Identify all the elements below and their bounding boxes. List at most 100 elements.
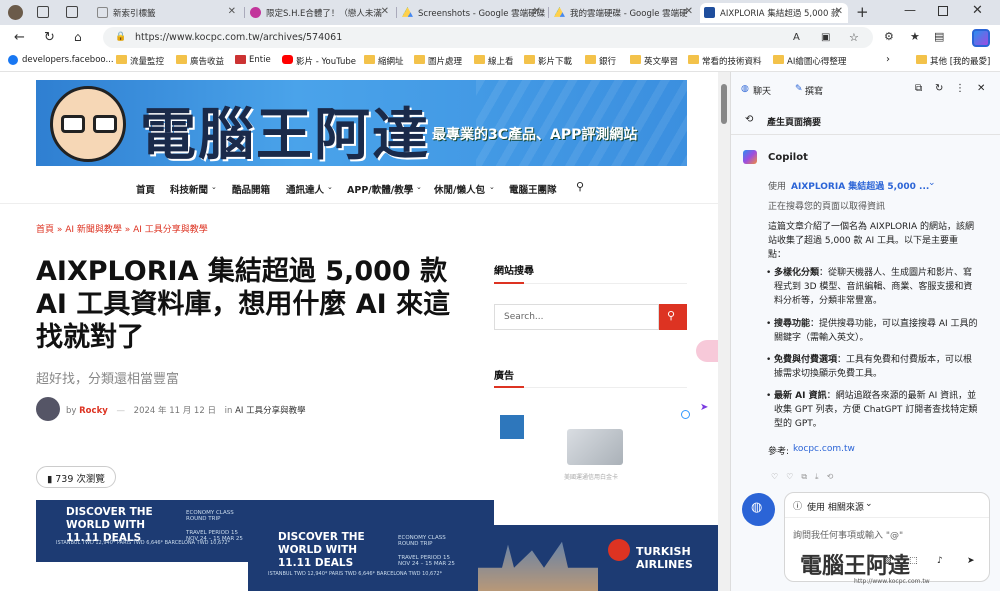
nav-tech-news[interactable]: 科技新聞: [170, 182, 208, 196]
nav-unboxing[interactable]: 酷品開箱: [232, 182, 270, 196]
folder-icon: [630, 55, 641, 64]
search-button[interactable]: ⚲: [659, 304, 687, 330]
chevron-down-icon[interactable]: ⌄: [865, 499, 873, 509]
tab-aixploria[interactable]: AIXPLORIA 集結超過 5,000 款 ✕: [700, 3, 848, 23]
author-link[interactable]: Rocky: [79, 406, 108, 416]
close-window-button[interactable]: ✕: [972, 3, 983, 18]
profile-avatar[interactable]: [8, 5, 23, 20]
source-toggle[interactable]: 使用 相關來源: [807, 500, 864, 513]
amex-ad[interactable]: 美國運通信用白金卡: [494, 402, 694, 482]
in-label: in: [224, 406, 233, 416]
new-tab-button[interactable]: +: [856, 3, 869, 21]
bookmark-folder[interactable]: AI繪圖心得整理: [773, 55, 846, 67]
breadcrumb[interactable]: 首頁 » AI 新聞與教學 » AI 工具分享與教學: [36, 222, 208, 235]
site-logo-subtitle: 最專業的3C產品、APP評測網站: [432, 127, 638, 143]
reference-link[interactable]: kocpc.com.tw: [793, 444, 855, 454]
tab-compose[interactable]: 撰寫: [805, 84, 823, 97]
close-icon[interactable]: ✕: [835, 6, 843, 17]
favorites-icon[interactable]: ★: [910, 30, 920, 43]
bookmark-folder[interactable]: 縮網址: [364, 55, 404, 67]
ad-class: ECONOMY CLASS ROUND TRIP: [398, 535, 446, 547]
page-scrollbar[interactable]: [718, 72, 730, 591]
bookmark-folder[interactable]: 流量監控: [116, 55, 164, 67]
collections-icon[interactable]: ▤: [934, 30, 944, 43]
nav-home[interactable]: 首頁: [136, 182, 155, 196]
bookmark-folder[interactable]: 銀行: [585, 55, 616, 67]
close-icon[interactable]: ✕: [533, 6, 541, 17]
favorite-star-icon[interactable]: ☆: [849, 27, 859, 48]
bookmark-other[interactable]: 其他 [我的最愛]: [916, 55, 990, 67]
close-icon[interactable]: ✕: [685, 6, 693, 17]
tab-actions-icon[interactable]: [66, 6, 78, 18]
bookmark-youtube[interactable]: 影片 - YouTube: [282, 55, 356, 67]
nav-leisure[interactable]: 休閒/懶人包: [434, 182, 485, 196]
close-icon[interactable]: ✕: [977, 83, 985, 94]
summary-header[interactable]: 產生頁面摘要: [767, 115, 821, 128]
bookmark-label: 銀行: [599, 57, 617, 67]
watermark-url: http://www.kocpc.com.tw: [854, 578, 930, 585]
chevron-down-icon: ⌄: [211, 183, 217, 191]
feedback-icons[interactable]: ♡♡⧉⤓⟲: [771, 472, 841, 482]
close-icon[interactable]: ✕: [228, 6, 236, 17]
open-new-window-icon[interactable]: ⧉: [915, 83, 922, 94]
turkish-airlines-ad-overlay[interactable]: DISCOVER THE WORLD WITH 11.11 DEALS ECON…: [248, 525, 718, 591]
nav-telecom[interactable]: 通訊達人: [286, 182, 324, 196]
close-icon[interactable]: ✕: [381, 6, 389, 17]
tab-she[interactable]: 限定S.H.E合體了！（戀人未滿 ✕: [246, 3, 394, 23]
copilot-icon[interactable]: [972, 29, 990, 47]
tab-chat[interactable]: 聊天: [753, 84, 771, 97]
tab-drive-screenshots[interactable]: Screenshots - Google 雲端硬碟 ✕: [398, 3, 546, 23]
address-toolbar: ← ↻ ⌂ 🔒 https://www.kocpc.com.tw/archive…: [0, 25, 1000, 50]
extensions-icon[interactable]: ⚙: [884, 30, 894, 43]
category-link[interactable]: AI 工具分享與教學: [235, 406, 306, 416]
translate-bubble-icon[interactable]: [696, 340, 718, 362]
new-chat-button[interactable]: ◍: [742, 493, 775, 526]
mic-icon[interactable]: ♪: [937, 556, 943, 566]
bookmark-label: 影片 - YouTube: [296, 57, 357, 67]
bookmark-folder[interactable]: 常看的技術資料: [688, 55, 762, 67]
read-aloud-icon[interactable]: A: [793, 27, 800, 48]
bookmark-folder[interactable]: 影片下載: [524, 55, 572, 67]
lock-icon[interactable]: 🔒: [115, 27, 126, 48]
chevron-right-icon[interactable]: ›: [886, 54, 890, 65]
refresh-icon[interactable]: ↻: [935, 83, 943, 94]
home-icon[interactable]: ⌂: [74, 30, 82, 44]
ad-info-icon[interactable]: [681, 410, 690, 419]
chat-input[interactable]: 詢問我任何事項或輸入 "@": [793, 528, 903, 541]
bookmark-folder[interactable]: 英文學習: [630, 55, 678, 67]
url-text: https://www.kocpc.com.tw/archives/574061: [135, 32, 343, 43]
bookmark-folder[interactable]: 線上看: [474, 55, 514, 67]
bookmark-entie[interactable]: Entie: [235, 55, 271, 65]
youtube-icon: [282, 55, 293, 64]
chevron-down-icon[interactable]: ⌄: [928, 178, 936, 188]
bookmark-facebook[interactable]: developers.faceboo...: [8, 55, 114, 65]
nav-app[interactable]: APP/軟體/教學: [347, 182, 413, 196]
workspaces-icon[interactable]: [37, 6, 49, 18]
author-avatar[interactable]: [36, 397, 60, 421]
copilot-logo-icon: [743, 150, 757, 164]
ad-choices-icon[interactable]: ➤: [700, 402, 708, 413]
immersive-reader-icon[interactable]: ▣: [821, 27, 830, 48]
url-field[interactable]: 🔒 https://www.kocpc.com.tw/archives/5740…: [103, 27, 873, 48]
tab-new[interactable]: 新索引標籤 ✕: [93, 3, 241, 23]
more-options-icon[interactable]: ⋮: [955, 83, 965, 94]
refresh-icon[interactable]: ↻: [44, 30, 55, 45]
browser-tab-bar: 新索引標籤 ✕ 限定S.H.E合體了！（戀人未滿 ✕ Screenshots -…: [0, 0, 1000, 25]
send-icon[interactable]: ➤: [967, 556, 975, 566]
minimize-button[interactable]: —: [904, 3, 916, 17]
folder-icon: [524, 55, 535, 64]
maximize-button[interactable]: [938, 6, 948, 16]
screenshot-icon[interactable]: ⬚: [909, 556, 918, 566]
nav-team[interactable]: 電腦王團隊: [509, 182, 557, 196]
tab-label: 限定S.H.E合體了！（戀人未滿: [266, 9, 382, 19]
search-icon[interactable]: ⚲: [576, 180, 584, 193]
site-search-input[interactable]: Search...: [494, 304, 659, 330]
bookmark-label: 其他 [我的最愛]: [930, 57, 991, 67]
scroll-thumb[interactable]: [721, 84, 727, 124]
bookmark-folder[interactable]: 廣告收益: [176, 55, 224, 67]
back-icon[interactable]: ←: [14, 30, 25, 45]
using-page-link[interactable]: AIXPLORIA 集結超過 5,000 ...: [791, 179, 929, 192]
site-banner[interactable]: 電腦王阿達 最專業的3C產品、APP評測網站: [36, 80, 687, 166]
tab-drive-mine[interactable]: 我的雲端硬碟 - Google 雲端硬 ✕: [550, 3, 698, 23]
bookmark-folder[interactable]: 圖片處理: [414, 55, 462, 67]
